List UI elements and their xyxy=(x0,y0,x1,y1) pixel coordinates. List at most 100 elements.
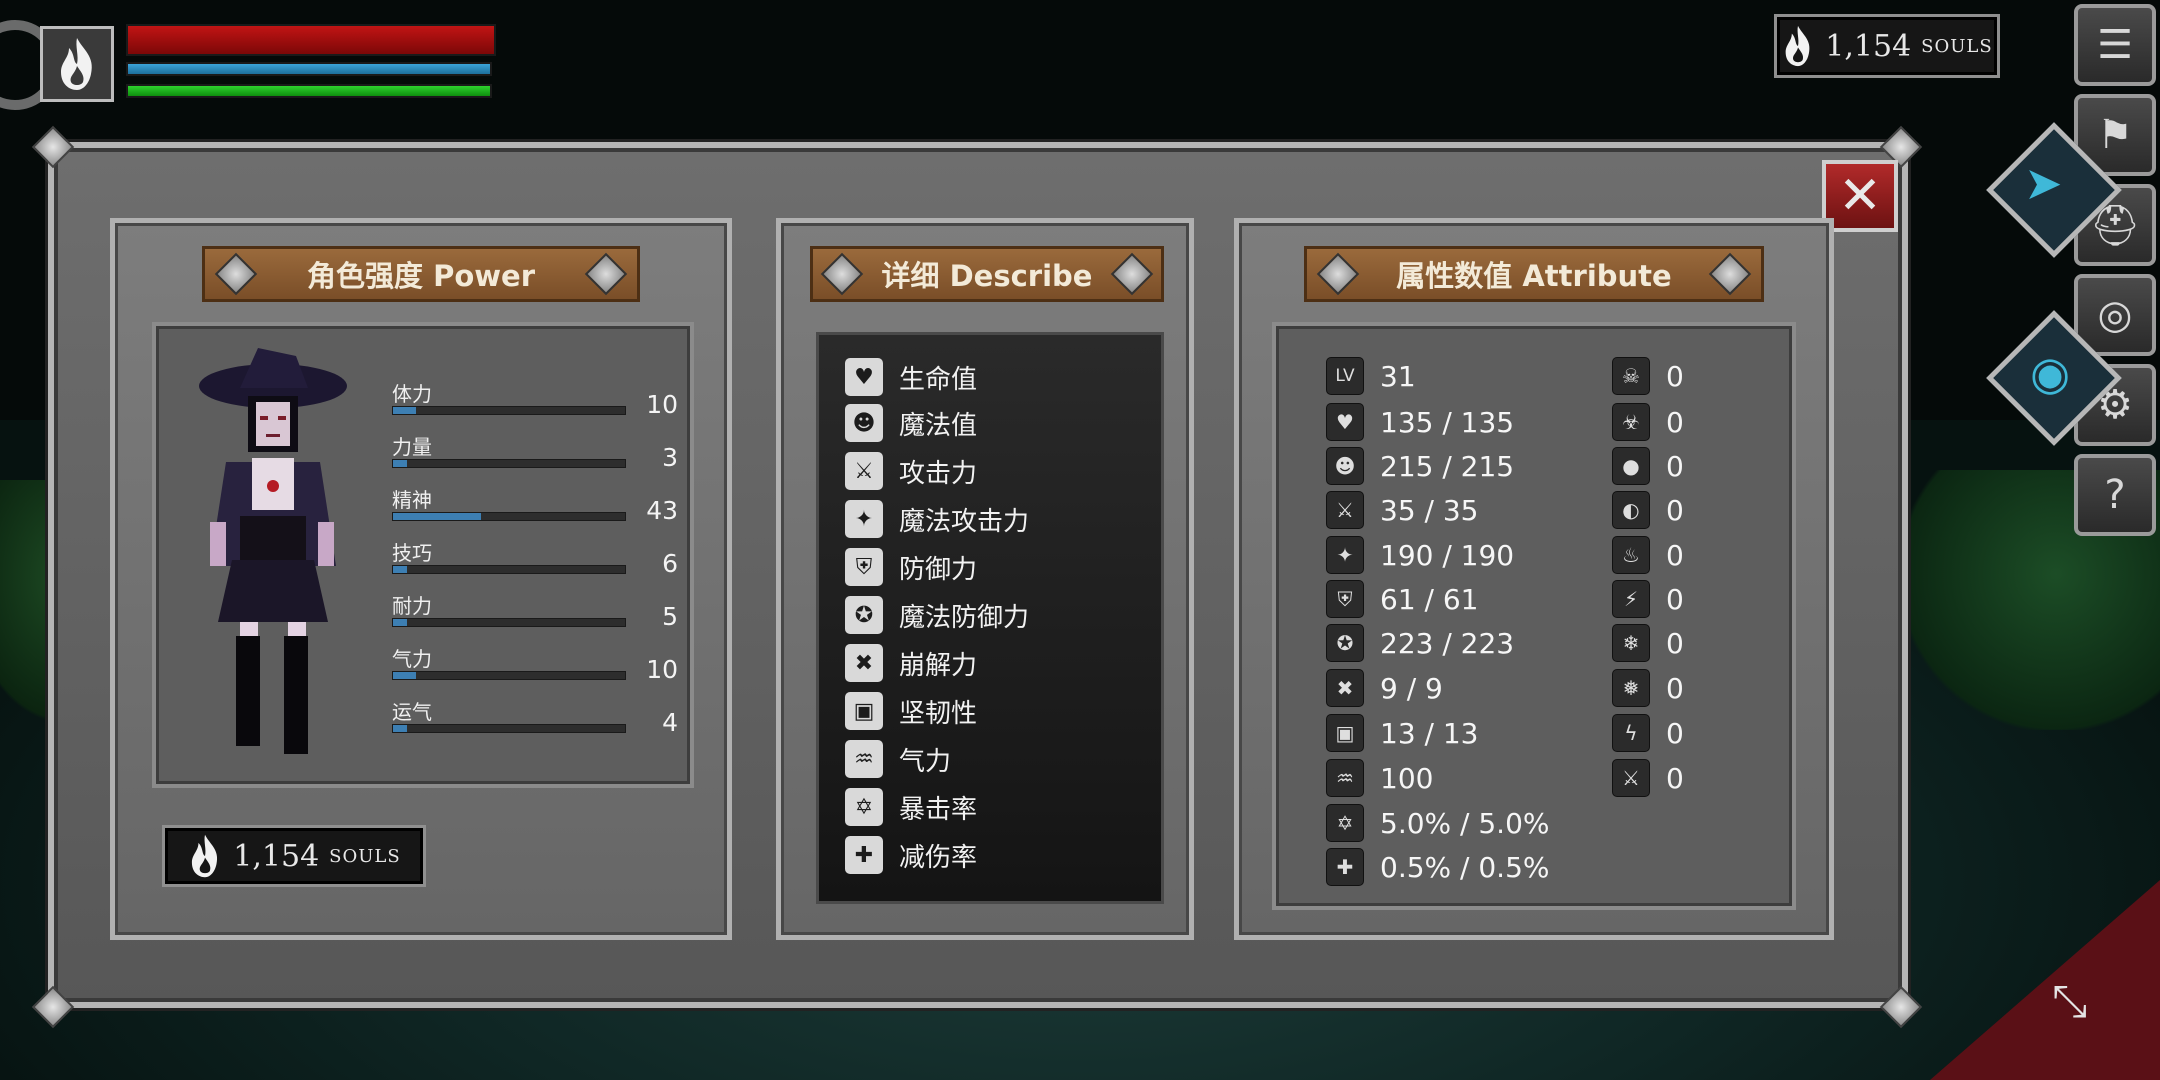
fullscreen-toggle-icon[interactable]: ⤡ xyxy=(2052,976,2087,1027)
describe-label: 魔法防御力 xyxy=(899,602,1030,633)
mana-bar xyxy=(126,62,492,76)
stat-value: 10 xyxy=(646,390,678,419)
attr-frost-resist: ❅ 0 xyxy=(1612,668,1684,708)
stat-bar xyxy=(392,671,626,680)
dodge-icon: ➤ xyxy=(2024,156,2063,210)
stat-bar-fill xyxy=(393,407,417,414)
health-bar xyxy=(126,24,496,56)
attr-value: 0 xyxy=(1666,671,1684,705)
attr-attack: ⚔ 35 / 35 xyxy=(1326,490,1479,530)
stat-bar-fill xyxy=(393,725,407,732)
heart-icon: ♥ xyxy=(845,358,883,396)
attr-value: 190 / 190 xyxy=(1380,538,1515,572)
stat-bar xyxy=(392,724,626,733)
attr-value: 0 xyxy=(1666,716,1684,750)
bleed-drop-icon: ● xyxy=(1612,447,1650,485)
souls-label: SOULS xyxy=(329,845,401,867)
describe-label: 生命值 xyxy=(899,364,978,395)
attr-health: ♥ 135 / 135 xyxy=(1326,402,1514,442)
attr-value: 0 xyxy=(1666,538,1684,572)
plank-bolt xyxy=(584,252,628,296)
critical-star-icon: ✡ xyxy=(845,788,883,826)
frost-resist-icon: ❅ xyxy=(1612,669,1650,707)
attr-value: 31 xyxy=(1380,359,1416,393)
helmet-icon: ▣ xyxy=(1326,714,1364,752)
heart-icon: ♥ xyxy=(1326,403,1364,441)
describe-item-magic-defense: ✪ 魔法防御力 xyxy=(845,595,1029,635)
attr-value: 5.0% / 5.0% xyxy=(1380,806,1550,840)
stat-bar-fill xyxy=(393,513,482,520)
describe-label: 魔法攻击力 xyxy=(899,506,1030,537)
stat-label: 力量 xyxy=(392,435,432,459)
describe-item-magic-attack: ✦ 魔法攻击力 xyxy=(845,499,1029,539)
plank-bolt xyxy=(1110,252,1154,296)
poison-resist-icon: ☣ xyxy=(1612,403,1650,441)
menu-list-button[interactable]: ☰ xyxy=(2074,4,2156,86)
attr-defense: ⛨ 61 / 61 xyxy=(1326,579,1479,619)
stat-value: 3 xyxy=(662,443,678,472)
stat-bar xyxy=(392,459,626,468)
souls-value: 1,154 xyxy=(233,838,320,874)
character-model[interactable] xyxy=(196,346,350,758)
attr-value: 215 / 215 xyxy=(1380,449,1515,483)
describe-item-energy: ♒ 气力 xyxy=(845,739,951,779)
stat-bar-fill xyxy=(393,460,407,467)
stamina-bar xyxy=(126,84,492,98)
describe-label: 坚韧性 xyxy=(899,698,978,729)
help-icon: ? xyxy=(2104,472,2126,518)
attr-magic-attack: ✦ 190 / 190 xyxy=(1326,535,1514,575)
attr-value: 0 xyxy=(1666,405,1684,439)
attr-value: 9 / 9 xyxy=(1380,671,1443,705)
attr-bleed-resist: ◐ 0 xyxy=(1612,490,1684,530)
lungs-icon: ♒ xyxy=(1326,759,1364,797)
describe-label: 气力 xyxy=(899,746,952,777)
attr-lightning-resist: ⚔ 0 xyxy=(1612,758,1684,798)
stat-bar xyxy=(392,406,626,415)
attr-bleed: ● 0 xyxy=(1612,446,1684,486)
stat-label: 技巧 xyxy=(392,541,432,565)
sword-icon: ⚔ xyxy=(845,452,883,490)
head-icon: ☻ xyxy=(845,404,883,442)
attr-value: 223 / 223 xyxy=(1380,626,1515,660)
attr-value: 0 xyxy=(1666,582,1684,616)
stat-label: 气力 xyxy=(392,647,432,671)
attr-lightning: ϟ0 xyxy=(1612,713,1684,753)
stat-bar xyxy=(392,512,626,521)
attr-value: 61 / 61 xyxy=(1380,582,1479,616)
player-portrait[interactable] xyxy=(40,26,114,102)
attr-value: 35 / 35 xyxy=(1380,493,1479,527)
help-button[interactable]: ? xyxy=(2074,454,2156,536)
eye-icon: ◉ xyxy=(2030,346,2071,400)
attr-value: 0 xyxy=(1666,626,1684,660)
power-header: 角色强度 Power xyxy=(202,246,640,302)
poison-skull-icon: ☠ xyxy=(1612,357,1650,395)
stat-value: 6 xyxy=(662,549,678,578)
helmet-icon: ▣ xyxy=(845,692,883,730)
attr-poison: ☠ 0 xyxy=(1612,356,1684,396)
stat-label: 运气 xyxy=(392,700,432,724)
describe-item-break: ✖ 崩解力 xyxy=(845,643,977,683)
attr-poison-resist: ☣ 0 xyxy=(1612,402,1684,442)
level-icon: LV xyxy=(1326,357,1364,395)
power-title: 角色强度 Power xyxy=(306,259,536,293)
fire-icon: ♨ xyxy=(1612,536,1650,574)
describe-item-toughness: ▣ 坚韧性 xyxy=(845,691,977,731)
stat-bar xyxy=(392,618,626,627)
shield-icon: ⛨ xyxy=(1326,580,1364,618)
describe-item-attack: ⚔ 攻击力 xyxy=(845,451,977,491)
sword-icon: ⚔ xyxy=(1326,491,1364,529)
plank-bolt xyxy=(214,252,258,296)
fire-resist-icon: ⚡ xyxy=(1612,580,1650,618)
bleed-resist-icon: ◐ xyxy=(1612,491,1650,529)
describe-item-mana: ☻ 魔法值 xyxy=(845,403,977,443)
describe-label: 暴击率 xyxy=(899,794,978,825)
background-red-corner xyxy=(1930,880,2160,1080)
head-icon: ☻ xyxy=(1326,447,1364,485)
stat-label: 耐力 xyxy=(392,594,432,618)
break-icon: ✖ xyxy=(1326,669,1364,707)
magic-shield-icon: ✪ xyxy=(845,596,883,634)
describe-header: 详细 Describe xyxy=(810,246,1164,302)
describe-list[interactable]: ♥ 生命值 ☻ 魔法值 ⚔ 攻击力 ✦ 魔法攻击力 ⛨ 防御力 ✪ 魔法防御力 … xyxy=(816,332,1164,904)
magic-shield-icon: ✪ xyxy=(1326,624,1364,662)
describe-label: 减伤率 xyxy=(899,842,978,873)
